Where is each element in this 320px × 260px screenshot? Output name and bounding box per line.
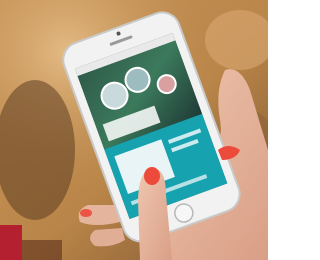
photo xyxy=(0,0,268,260)
finger-nail xyxy=(144,167,160,185)
red-object xyxy=(0,225,22,260)
